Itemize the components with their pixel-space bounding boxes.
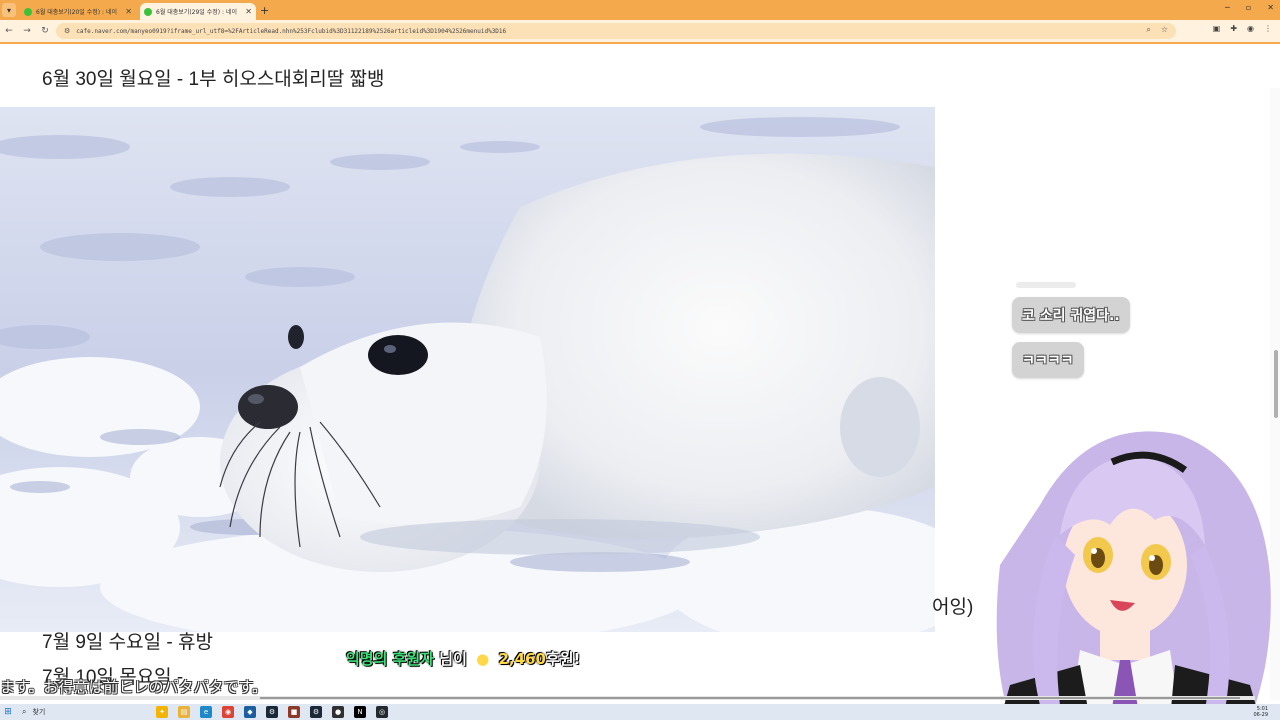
- tab-search-button[interactable]: ▾: [2, 3, 16, 17]
- address-bar[interactable]: ⚙ cafe.naver.com/manyeo0919?iframe_url_u…: [56, 23, 1176, 39]
- notion-icon[interactable]: N: [354, 706, 366, 718]
- windows-start-icon[interactable]: ⊞: [0, 707, 16, 717]
- steam-icon[interactable]: ⚙: [266, 706, 278, 718]
- partial-text: 어잉): [932, 597, 974, 618]
- donation-amount: 2,460: [498, 650, 546, 668]
- zoom-icon[interactable]: ⌕: [1146, 25, 1150, 35]
- naver-cafe-favicon-icon: [144, 7, 152, 16]
- extension-icon[interactable]: ▣: [1213, 24, 1221, 33]
- steam-icon-2[interactable]: ⚙: [310, 706, 322, 718]
- forward-icon[interactable]: →: [18, 26, 36, 36]
- reload-icon[interactable]: ↻: [36, 26, 54, 36]
- donation-unit: 후원!: [545, 650, 581, 668]
- obs-icon[interactable]: ●: [332, 706, 344, 718]
- close-window-icon[interactable]: ✕: [1267, 3, 1274, 12]
- close-icon[interactable]: ✕: [125, 7, 132, 16]
- tab-bar: ▾ 6월 대충보기(20일 수정) : 네이 ✕ 6월 대충보기(29일 수정)…: [0, 0, 1280, 20]
- donation-alert: 익명의 후원자 님이 ● 2,460후원!: [346, 648, 580, 669]
- taskbar-apps: ✦ ▤ e ◉ ◆ ⚙ ■ ⚙ ● N ◎: [156, 706, 388, 718]
- window-controls: ─ ▫ ✕: [1225, 3, 1274, 12]
- scrollbar-thumb[interactable]: [1274, 350, 1278, 418]
- seal-photo: [0, 107, 935, 632]
- copilot-icon[interactable]: ✦: [156, 706, 168, 718]
- search-label: 찾기: [32, 708, 46, 716]
- donor-name: 익명의 후원자: [346, 650, 435, 668]
- extension-icons: ▣ ✚ ◉ ⋮: [1213, 24, 1272, 33]
- minimize-icon[interactable]: ─: [1225, 3, 1230, 12]
- profile-icon[interactable]: ◉: [1247, 24, 1254, 33]
- new-tab-button[interactable]: +: [260, 4, 269, 17]
- bookmark-star-icon[interactable]: ☆: [1161, 25, 1168, 35]
- back-icon[interactable]: ←: [0, 26, 18, 36]
- close-icon[interactable]: ✕: [245, 7, 252, 16]
- japanese-subtitle: ます。お得意は前ヒレのパタパタです。: [0, 678, 268, 696]
- menu-icon[interactable]: ⋮: [1264, 24, 1272, 33]
- schedule-line-1: 7월 9일 수요일 - 휴방: [42, 632, 213, 653]
- toolbar: ← → ↻ ⚙ cafe.naver.com/manyeo0919?iframe…: [0, 20, 1280, 42]
- horizontal-scrollbar[interactable]: [0, 696, 1255, 700]
- naver-cafe-favicon-icon: [24, 7, 32, 16]
- chat-message: 코 소리 귀엽다..: [1012, 297, 1130, 333]
- tab-2[interactable]: 6월 대충보기(29일 수정) : 네이 ✕: [140, 3, 256, 20]
- chat-message: ㅋㅋㅋㅋ: [1012, 342, 1084, 378]
- chrome-icon[interactable]: ◉: [222, 706, 234, 718]
- article-heading: 6월 30일 월요일 - 1부 히오스대회리딸 짧뱅: [42, 69, 385, 90]
- seal-illustration: [0, 107, 935, 632]
- chat-username-placeholder: [1016, 282, 1076, 288]
- edge-icon[interactable]: e: [200, 706, 212, 718]
- system-clock[interactable]: 5:01 06-29: [1253, 706, 1268, 718]
- file-explorer-icon[interactable]: ▤: [178, 706, 190, 718]
- windows-taskbar: ⊞ ⌕ 찾기 ✦ ▤ e ◉ ◆ ⚙ ■ ⚙ ● N ◎ 5:01 06-29: [0, 704, 1280, 720]
- coin-icon: ●: [476, 650, 490, 668]
- url-text[interactable]: cafe.naver.com/manyeo0919?iframe_url_utf…: [76, 28, 506, 35]
- tab-1-title: 6월 대충보기(20일 수정) : 네이: [36, 9, 117, 16]
- site-info-icon[interactable]: ⚙: [64, 27, 70, 35]
- taskbar-search[interactable]: ⌕ 찾기: [22, 706, 142, 718]
- maximize-icon[interactable]: ▫: [1246, 3, 1251, 12]
- vtuber-avatar: [996, 431, 1271, 720]
- horizontal-scrollbar-thumb[interactable]: [260, 697, 1240, 699]
- tab-2-title: 6월 대충보기(29일 수정) : 네이: [156, 9, 237, 16]
- tab-1[interactable]: 6월 대충보기(20일 수정) : 네이 ✕: [20, 3, 136, 20]
- puzzle-icon[interactable]: ✚: [1230, 24, 1237, 33]
- search-icon: ⌕: [22, 707, 27, 716]
- donation-suffix: 님이: [439, 650, 467, 668]
- app-icon[interactable]: ◆: [244, 706, 256, 718]
- game-icon[interactable]: ■: [288, 706, 300, 718]
- clock-date: 06-29: [1253, 712, 1268, 718]
- github-icon[interactable]: ◎: [376, 706, 388, 718]
